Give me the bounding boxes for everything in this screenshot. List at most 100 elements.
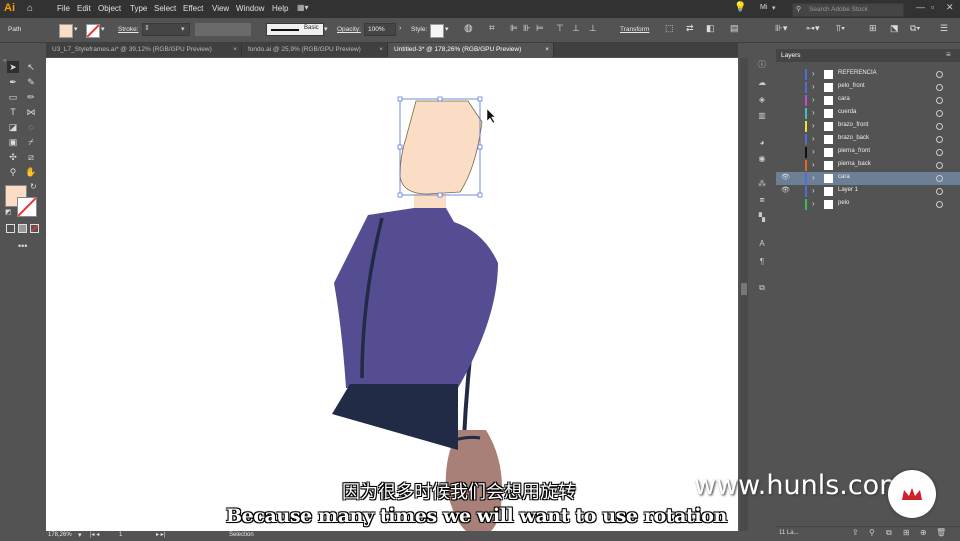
align-centers-icon[interactable]: ⊶▾ bbox=[806, 23, 820, 34]
direct-selection-tool-icon[interactable]: ↖ bbox=[25, 61, 37, 73]
lightbulb-icon[interactable]: 💡 bbox=[734, 2, 746, 13]
default-colors-icon[interactable]: ◩ bbox=[5, 208, 12, 216]
align-icon[interactable]: ⌗ bbox=[489, 23, 495, 34]
expand-chevron-icon[interactable]: › bbox=[812, 147, 815, 156]
collect-export-icon[interactable]: ⇪ bbox=[852, 528, 859, 537]
pencil-tool-icon[interactable]: ✏ bbox=[25, 91, 37, 103]
delete-layer-icon[interactable]: 🗑 bbox=[936, 528, 946, 537]
stroke-swatch[interactable] bbox=[86, 24, 100, 38]
curvature-tool-icon[interactable]: ✎ bbox=[25, 76, 37, 88]
chevron-down-icon[interactable]: ▾ bbox=[445, 25, 449, 33]
layer-row[interactable]: › cuerda bbox=[776, 107, 960, 120]
layer-row[interactable]: › pelo_front bbox=[776, 81, 960, 94]
symbols-icon[interactable]: ⧈ bbox=[757, 195, 767, 204]
selection-tool-icon[interactable]: ➤ bbox=[7, 61, 19, 73]
layer-row[interactable]: › REFERENCIA bbox=[776, 68, 960, 81]
vertical-scrollbar[interactable] bbox=[740, 58, 748, 531]
scrollbar-thumb[interactable] bbox=[741, 283, 747, 295]
align-middle-icon[interactable]: ⊥ bbox=[572, 23, 580, 34]
recolor-artwork-icon[interactable]: ◍ bbox=[464, 23, 473, 34]
layer-name[interactable]: cara bbox=[838, 96, 850, 102]
artboards-icon[interactable]: ▥ bbox=[757, 111, 767, 120]
gradient-mode-icon[interactable] bbox=[18, 224, 27, 233]
graphic-styles-icon[interactable]: ▚ bbox=[757, 213, 767, 222]
stroke-weight-field[interactable]: ⇕ ▾ bbox=[142, 23, 190, 36]
shirt-shape[interactable] bbox=[334, 208, 498, 388]
layer-row[interactable]: › cara bbox=[776, 94, 960, 107]
menu-edit[interactable]: Edit bbox=[77, 4, 91, 13]
arrange-icon[interactable]: ⧉▾ bbox=[910, 23, 920, 34]
artboard-canvas[interactable] bbox=[46, 58, 738, 531]
mask-icon[interactable]: ◧ bbox=[706, 23, 715, 34]
pen-tool-icon[interactable]: ✒ bbox=[7, 76, 19, 88]
more-tools-icon[interactable]: ••• bbox=[18, 241, 27, 251]
arrange-documents-icon[interactable]: ▦▾ bbox=[297, 3, 309, 12]
tab-styleframes[interactable]: U3_L7_Styleframes.ai* @ 39,12% (RGB/GPU … bbox=[46, 43, 242, 57]
locate-object-icon[interactable]: ⚲ bbox=[869, 528, 875, 537]
target-circle-icon[interactable] bbox=[936, 71, 943, 78]
lasso-tool-icon[interactable]: ◌ bbox=[25, 121, 37, 133]
chevron-down-icon[interactable]: ▾ bbox=[78, 531, 82, 539]
menu-view[interactable]: View bbox=[212, 4, 229, 13]
layers-panel-icon[interactable]: ◈ bbox=[757, 95, 767, 104]
tab-fondo[interactable]: fondo.ai @ 25,9% (RGB/GPU Preview) × bbox=[242, 43, 388, 57]
layer-name[interactable]: brazo_front bbox=[838, 122, 868, 128]
target-circle-icon[interactable] bbox=[936, 149, 943, 156]
artboard-number[interactable]: 1 bbox=[119, 532, 122, 538]
layer-name[interactable]: cara bbox=[838, 174, 850, 180]
layer-name[interactable]: pelo bbox=[838, 200, 849, 206]
stroke-color-box[interactable] bbox=[17, 197, 37, 217]
pathfinder-icon[interactable]: ⧉ bbox=[757, 283, 767, 292]
resize-handle[interactable] bbox=[397, 192, 403, 198]
resize-handle[interactable] bbox=[477, 96, 483, 102]
swap-colors-icon[interactable]: ↻ bbox=[30, 182, 37, 191]
visibility-eye-icon[interactable]: 👁 bbox=[781, 186, 790, 194]
new-sublayer-icon[interactable]: ⊞ bbox=[903, 528, 910, 537]
close-icon[interactable]: × bbox=[545, 43, 549, 57]
close-icon[interactable]: ✕ bbox=[946, 2, 954, 13]
expand-chevron-icon[interactable]: › bbox=[812, 186, 815, 195]
none-mode-icon[interactable] bbox=[30, 224, 39, 233]
new-layer-icon[interactable]: ⊕ bbox=[920, 528, 927, 537]
target-circle-icon[interactable] bbox=[936, 201, 943, 208]
expand-chevron-icon[interactable]: › bbox=[812, 69, 815, 78]
transform-link[interactable]: Transform bbox=[620, 26, 649, 33]
shape-builder-tool-icon[interactable]: ✣ bbox=[7, 151, 19, 163]
menu-object[interactable]: Object bbox=[98, 4, 121, 13]
type-tool-icon[interactable]: T bbox=[7, 106, 19, 118]
brushes-icon[interactable]: ⁂ bbox=[757, 179, 767, 188]
flip-icon[interactable]: ⇄ bbox=[686, 23, 694, 34]
menu-effect[interactable]: Effect bbox=[183, 4, 203, 13]
character-icon[interactable]: A bbox=[757, 239, 767, 248]
distribute-icon[interactable]: ▤ bbox=[730, 23, 739, 34]
workspace-switcher[interactable]: Mi bbox=[760, 4, 767, 11]
layer-row[interactable]: 👁 › Layer 1 bbox=[776, 185, 960, 198]
align-edges-icon[interactable]: ⊪▾ bbox=[775, 23, 787, 34]
target-circle-icon[interactable] bbox=[936, 84, 943, 91]
expand-chevron-icon[interactable]: › bbox=[812, 173, 815, 182]
layer-name[interactable]: pierna_front bbox=[838, 148, 870, 154]
blend-tool-icon[interactable]: ⧄ bbox=[25, 151, 37, 163]
resize-handle[interactable] bbox=[477, 192, 483, 198]
hand-tool-icon[interactable]: ✋ bbox=[25, 166, 37, 178]
resize-handle[interactable] bbox=[437, 192, 443, 198]
opacity-label[interactable]: Opacity: bbox=[337, 26, 361, 33]
transform-panel-icon[interactable]: ⊞ bbox=[869, 23, 877, 34]
expand-chevron-icon[interactable]: › bbox=[812, 199, 815, 208]
face-shape[interactable] bbox=[399, 100, 483, 195]
menu-window[interactable]: Window bbox=[236, 4, 264, 13]
current-tool-status[interactable]: Selection bbox=[229, 532, 254, 538]
stepper-icon[interactable]: ⇕ bbox=[144, 24, 150, 32]
expand-chevron-icon[interactable]: › bbox=[812, 134, 815, 143]
menu-file[interactable]: File bbox=[57, 4, 70, 13]
pants-shape[interactable] bbox=[332, 384, 458, 450]
home-icon[interactable]: ⌂ bbox=[27, 3, 33, 14]
swatches-icon[interactable]: ◉ bbox=[757, 154, 767, 163]
first-artboard-icon[interactable]: |◂ ◂ bbox=[90, 531, 99, 538]
shape-icon[interactable]: ⬔ bbox=[890, 23, 899, 34]
target-circle-icon[interactable] bbox=[936, 110, 943, 117]
layer-name[interactable]: REFERENCIA bbox=[838, 70, 877, 76]
panel-menu-icon[interactable]: ☰ bbox=[940, 23, 948, 34]
expand-chevron-icon[interactable]: › bbox=[812, 95, 815, 104]
layer-name[interactable]: pierna_back bbox=[838, 161, 871, 167]
